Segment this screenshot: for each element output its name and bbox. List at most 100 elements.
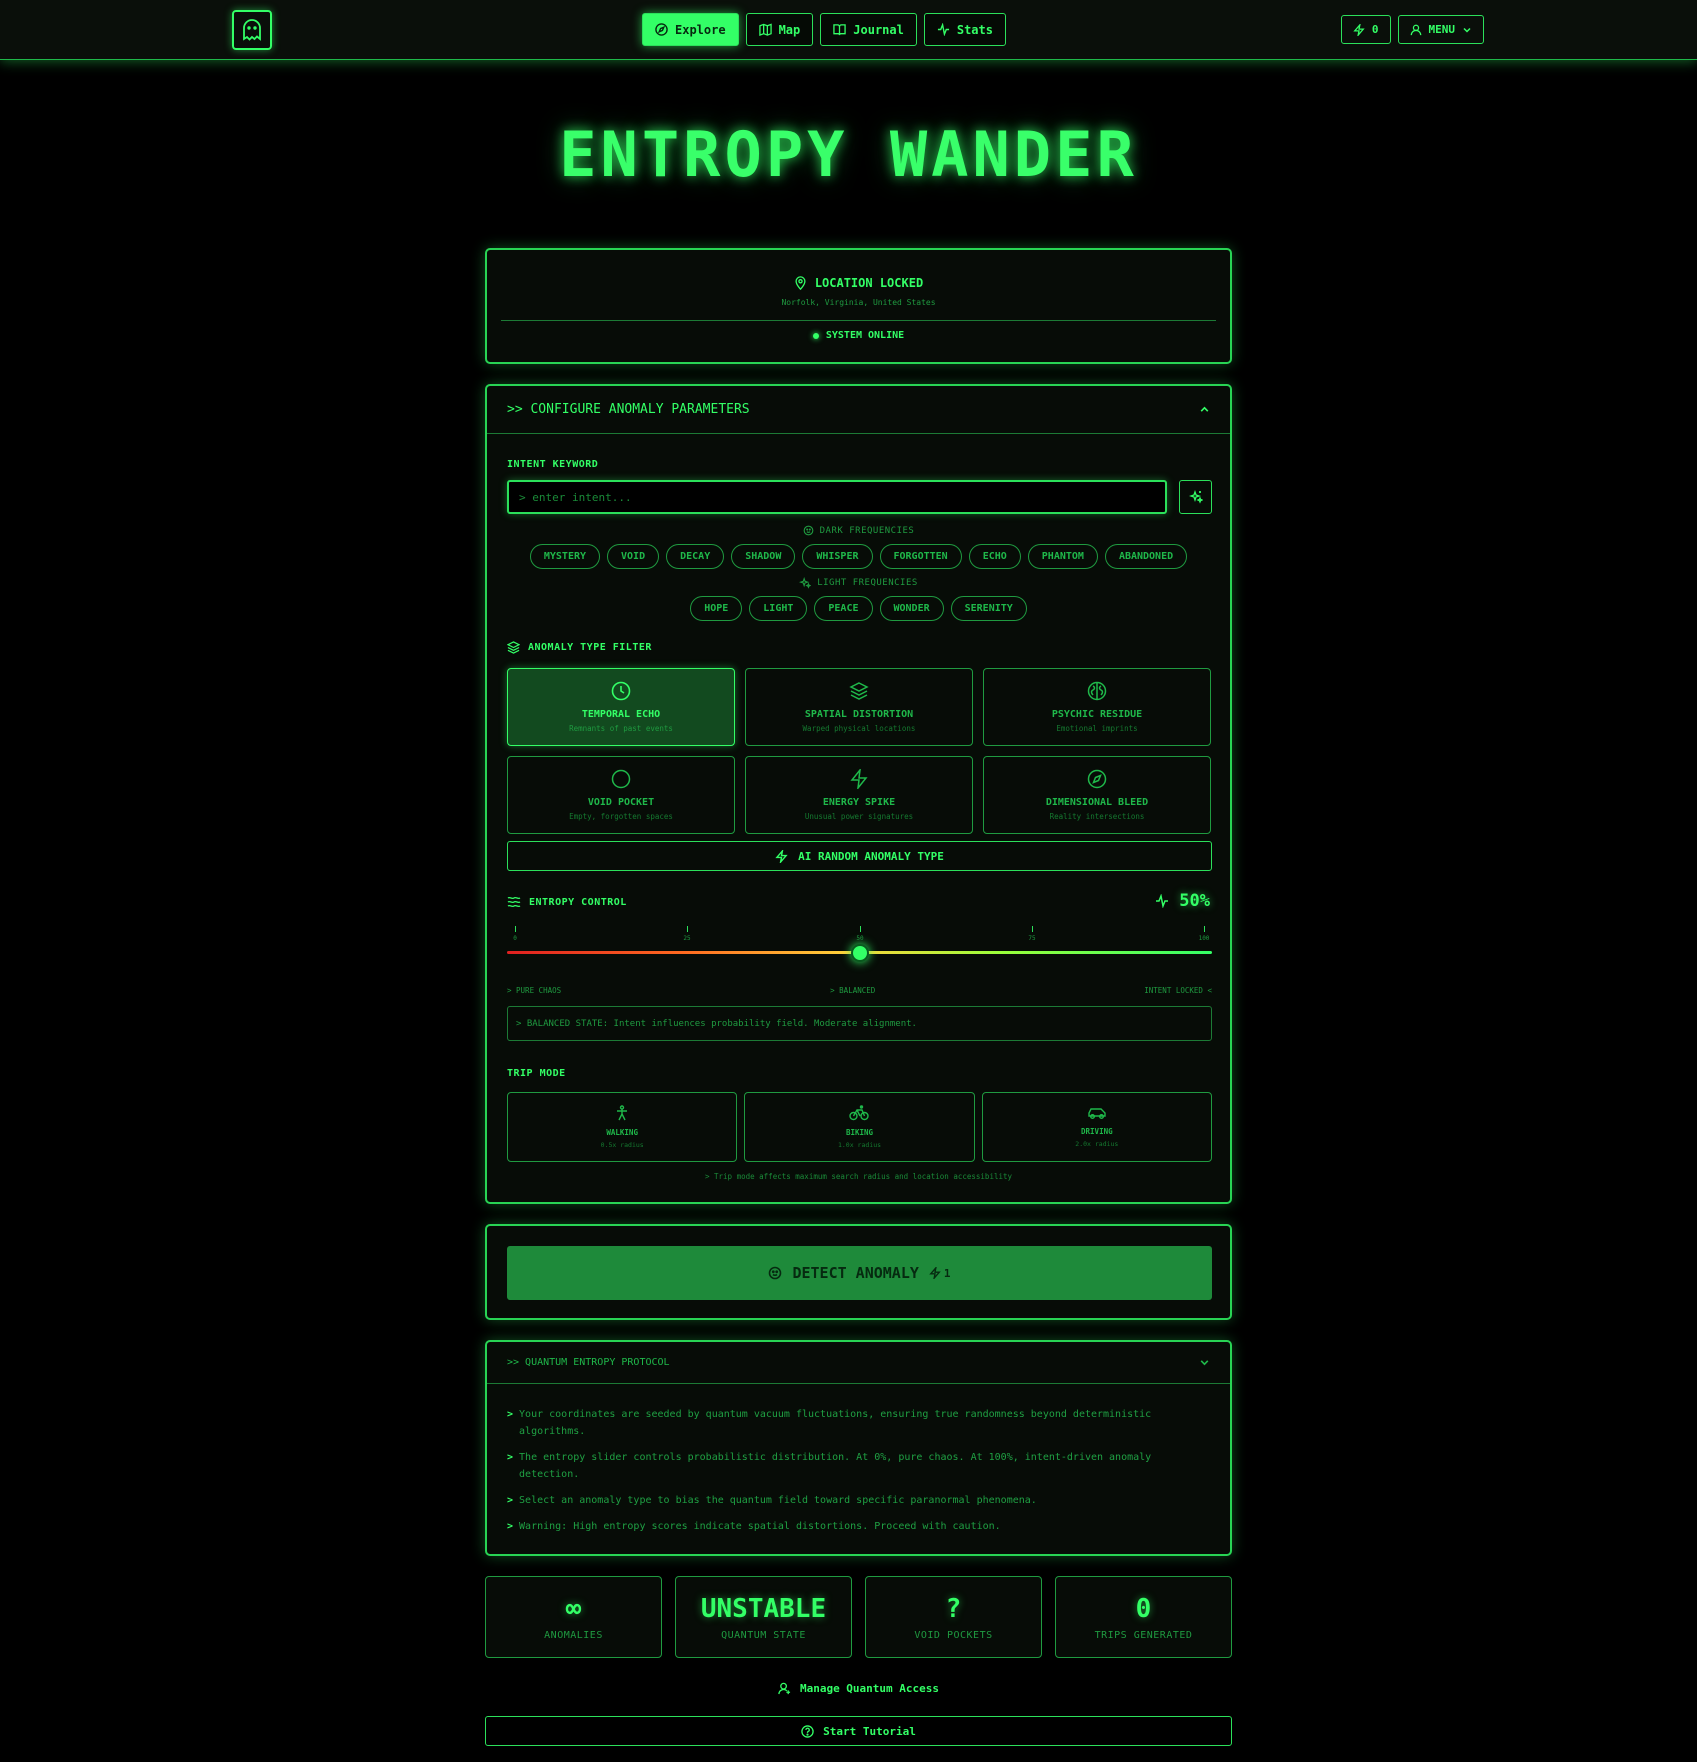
- chip-abandoned[interactable]: ABANDONED: [1104, 544, 1188, 569]
- entropy-value: 50%: [1179, 891, 1210, 911]
- chip-mystery[interactable]: MYSTERY: [529, 544, 601, 569]
- chip-phantom[interactable]: PHANTOM: [1027, 544, 1098, 569]
- nav-journal[interactable]: Journal: [820, 13, 917, 46]
- start-tutorial-button[interactable]: Start Tutorial: [485, 1716, 1232, 1746]
- protocol-header[interactable]: >> QUANTUM ENTROPY PROTOCOL: [487, 1342, 1230, 1384]
- stat-label: QUANTUM STATE: [721, 1629, 806, 1641]
- nav-explore[interactable]: Explore: [642, 13, 739, 46]
- top-bar: Explore Map Journal Stats 0 MENU: [0, 0, 1697, 60]
- chip-light[interactable]: LIGHT: [749, 596, 808, 621]
- bullet-icon: >: [507, 1452, 514, 1463]
- chevron-up-icon[interactable]: [1199, 404, 1210, 415]
- config-header-label: >> CONFIGURE ANOMALY PARAMETERS: [507, 402, 750, 417]
- ai-random-label: AI RANDOM ANOMALY TYPE: [798, 849, 944, 863]
- anomaly-void-pocket[interactable]: VOID POCKET Empty, forgotten spaces: [507, 756, 735, 834]
- anomaly-desc: Empty, forgotten spaces: [569, 812, 673, 821]
- detect-anomaly-button[interactable]: DETECT ANOMALY 1: [507, 1246, 1212, 1300]
- trip-biking[interactable]: BIKING 1.0x radius: [744, 1092, 975, 1162]
- stat-label: ANOMALIES: [544, 1629, 603, 1641]
- chip-decay[interactable]: DECAY: [666, 544, 725, 569]
- chip-void[interactable]: VOID: [607, 544, 660, 569]
- chip-wonder[interactable]: WONDER: [879, 596, 944, 621]
- stat-quantum-state: UNSTABLE QUANTUM STATE: [675, 1576, 852, 1658]
- entropy-slider[interactable]: 0 25 50 75 100: [507, 926, 1212, 976]
- chip-echo[interactable]: ECHO: [968, 544, 1021, 569]
- entropy-state-box: > BALANCED STATE: Intent influences prob…: [507, 1006, 1212, 1041]
- chip-whisper[interactable]: WHISPER: [802, 544, 873, 569]
- map-icon: [758, 23, 772, 36]
- protocol-item: > Select an anomaly type to bias the quan…: [507, 1492, 1212, 1509]
- sparkle-button[interactable]: [1179, 480, 1212, 514]
- anomaly-filter-head: ANOMALY TYPE FILTER: [507, 641, 652, 654]
- stat-value: 0: [1135, 1593, 1152, 1624]
- circle-icon: [611, 769, 631, 789]
- config-header[interactable]: >> CONFIGURE ANOMALY PARAMETERS: [487, 386, 1230, 434]
- range-right-label: INTENT LOCKED <: [1144, 986, 1212, 995]
- bullet-icon: >: [507, 1521, 514, 1532]
- divider: [501, 320, 1216, 321]
- slider-tick-label: 0: [513, 935, 517, 942]
- sparkles-icon: [799, 577, 812, 589]
- shield-icon: [803, 525, 814, 536]
- menu-button[interactable]: MENU: [1397, 15, 1484, 44]
- slider-tick-label: 25: [683, 935, 691, 942]
- nav-map[interactable]: Map: [745, 13, 814, 46]
- stat-value: ∞: [565, 1593, 582, 1624]
- stats-row: ∞ ANOMALIES UNSTABLE QUANTUM STATE ? VOI…: [485, 1576, 1232, 1658]
- stat-value: ?: [945, 1593, 962, 1624]
- energy-count: 0: [1371, 23, 1379, 36]
- chip-serenity[interactable]: SERENITY: [950, 596, 1027, 621]
- manage-quantum-access-label: Manage Quantum Access: [799, 1682, 940, 1695]
- ghost-icon: [243, 19, 261, 41]
- anomaly-temporal-echo[interactable]: TEMPORAL ECHO Remnants of past events: [507, 668, 735, 746]
- chip-forgotten[interactable]: FORGOTTEN: [879, 544, 962, 569]
- config-card: >> CONFIGURE ANOMALY PARAMETERS INTENT K…: [485, 384, 1232, 1204]
- compass-icon: [655, 23, 668, 36]
- nav-stats[interactable]: Stats: [923, 13, 1006, 46]
- anomaly-desc: Emotional imprints: [1056, 724, 1138, 733]
- chevron-down-icon[interactable]: [1199, 1357, 1210, 1368]
- clock-icon: [611, 681, 631, 701]
- anomaly-title: PSYCHIC RESIDUE: [1051, 709, 1143, 720]
- range-mid-label: > BALANCED: [830, 986, 876, 995]
- chevron-down-icon: [1463, 27, 1471, 33]
- nav-stats-label: Stats: [956, 22, 993, 37]
- ghost-icon: [769, 1266, 782, 1280]
- chip-hope[interactable]: HOPE: [690, 596, 743, 621]
- anomaly-title: ENERGY SPIKE: [822, 797, 896, 808]
- help-circle-icon: [801, 1724, 814, 1738]
- entropy-slider-thumb[interactable]: [850, 944, 869, 962]
- location-title: LOCATION LOCKED: [814, 276, 924, 290]
- trip-sub: 1.0x radius: [837, 1141, 882, 1149]
- location-title-row: LOCATION LOCKED: [487, 276, 1230, 290]
- protocol-item: > The entropy slider controls probabilist…: [507, 1449, 1212, 1483]
- stat-void-pockets: ? VOID POCKETS: [865, 1576, 1042, 1658]
- activity-icon: [1156, 894, 1169, 908]
- intent-input[interactable]: [507, 480, 1167, 514]
- protocol-item: > Your coordinates are seeded by quantum …: [507, 1406, 1212, 1440]
- ai-random-anomaly-button[interactable]: AI RANDOM ANOMALY TYPE: [507, 841, 1212, 871]
- anomaly-spatial-distortion[interactable]: SPATIAL DISTORTION Warped physical locat…: [745, 668, 973, 746]
- trip-title: DRIVING: [1081, 1127, 1113, 1136]
- manage-quantum-access-link[interactable]: Manage Quantum Access: [485, 1682, 1232, 1695]
- ghost-logo-button[interactable]: [232, 10, 272, 50]
- anomaly-energy-spike[interactable]: ENERGY SPIKE Unusual power signatures: [745, 756, 973, 834]
- slider-tick: [1032, 926, 1033, 932]
- entropy-value-display: 50%: [1155, 891, 1210, 911]
- layers-icon: [849, 682, 869, 700]
- energy-button[interactable]: 0: [1340, 15, 1391, 44]
- anomaly-psychic-residue[interactable]: PSYCHIC RESIDUE Emotional imprints: [983, 668, 1211, 746]
- stat-value: UNSTABLE: [700, 1593, 827, 1624]
- page-title: ENTROPY WANDER: [559, 118, 1138, 191]
- chip-peace[interactable]: PEACE: [814, 596, 873, 621]
- anomaly-dimensional-bleed[interactable]: DIMENSIONAL BLEED Reality intersections: [983, 756, 1211, 834]
- entropy-control-head: ENTROPY CONTROL: [507, 896, 627, 908]
- chip-shadow[interactable]: SHADOW: [731, 544, 796, 569]
- system-status: SYSTEM ONLINE: [487, 330, 1230, 341]
- trip-walking[interactable]: WALKING 0.5x radius: [507, 1092, 738, 1162]
- trip-mode-grid: WALKING 0.5x radius BIKING 1.0x radius D…: [507, 1092, 1212, 1162]
- nav-explore-label: Explore: [675, 22, 726, 37]
- trip-driving[interactable]: DRIVING 2.0x radius: [981, 1092, 1212, 1162]
- lightning-icon: [929, 1267, 941, 1279]
- anomaly-desc: Remnants of past events: [569, 724, 673, 733]
